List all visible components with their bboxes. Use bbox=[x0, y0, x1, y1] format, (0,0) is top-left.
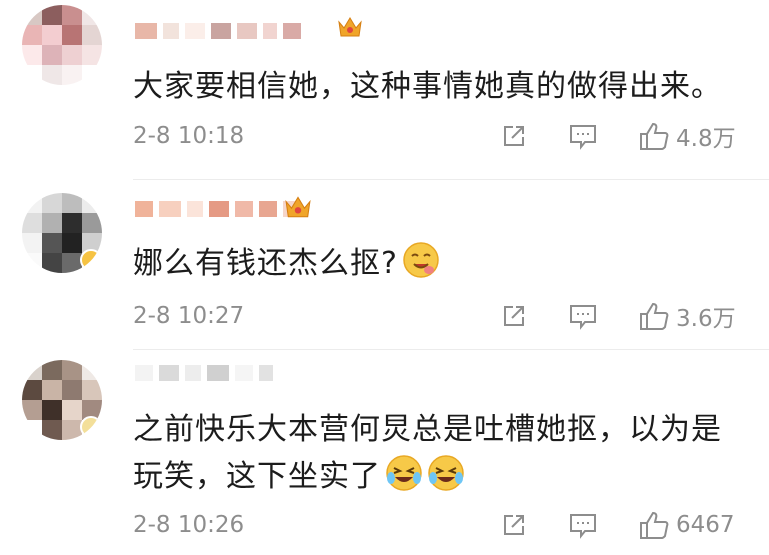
like-icon bbox=[640, 511, 669, 539]
comment-1: 大家要相信她，这种事情她真的做得出来。 2-8 10:18 4.8万 bbox=[0, 0, 769, 180]
avatar[interactable] bbox=[22, 193, 102, 273]
verified-badge-icon bbox=[80, 416, 102, 438]
like-count: 4.8万 bbox=[676, 126, 736, 152]
share-button[interactable] bbox=[500, 510, 528, 540]
comment-text: 之前快乐大本营何炅总是吐槽她抠，以为是 玩笑，这下坐实了 bbox=[133, 406, 722, 500]
comment-text-line: 玩笑，这下坐实了 bbox=[133, 453, 722, 500]
comment-text: 大家要相信她，这种事情她真的做得出来。 bbox=[133, 69, 722, 104]
share-button[interactable] bbox=[500, 121, 528, 151]
share-button[interactable] bbox=[500, 301, 528, 331]
member-crown-icon bbox=[337, 14, 363, 38]
drooling-face-emoji bbox=[403, 242, 439, 278]
like-button[interactable]: 3.6万 bbox=[638, 301, 736, 332]
like-count: 6467 bbox=[676, 512, 735, 538]
like-button[interactable]: 6467 bbox=[638, 510, 735, 540]
avatar[interactable] bbox=[22, 5, 102, 85]
comment-button[interactable] bbox=[568, 121, 598, 151]
comment-button[interactable] bbox=[568, 510, 598, 540]
comment-time: 2-8 10:26 bbox=[133, 512, 245, 538]
comment-meta: 2-8 10:26 6467 bbox=[0, 510, 769, 540]
verified-badge-icon bbox=[80, 249, 102, 271]
comment-meta: 2-8 10:27 3.6万 bbox=[0, 301, 769, 332]
username-blurred[interactable] bbox=[135, 364, 273, 382]
username-blurred[interactable] bbox=[135, 200, 299, 218]
comment-text: 娜么有钱还杰么抠? bbox=[133, 240, 440, 287]
like-count: 3.6万 bbox=[676, 306, 736, 332]
username-blurred[interactable] bbox=[135, 22, 301, 40]
laughing-crying-emoji bbox=[428, 455, 464, 491]
comment-icon bbox=[570, 514, 596, 539]
comment-2: 娜么有钱还杰么抠? 2-8 10:27 3.6万 bbox=[0, 180, 769, 350]
avatar[interactable] bbox=[22, 360, 102, 440]
comment-meta: 2-8 10:18 4.8万 bbox=[0, 121, 769, 152]
member-crown-icon bbox=[284, 193, 311, 218]
comment-time: 2-8 10:18 bbox=[133, 123, 245, 149]
comment-text-line: 娜么有钱还杰么抠? bbox=[133, 246, 398, 281]
laughing-crying-emoji bbox=[386, 455, 422, 491]
like-icon bbox=[640, 302, 669, 330]
comment-icon bbox=[570, 305, 596, 330]
like-button[interactable]: 4.8万 bbox=[638, 121, 736, 152]
share-icon bbox=[504, 515, 524, 535]
share-icon bbox=[504, 306, 524, 326]
comment-button[interactable] bbox=[568, 301, 598, 331]
share-icon bbox=[504, 126, 524, 146]
like-icon bbox=[640, 122, 669, 150]
comment-icon bbox=[570, 125, 596, 150]
comment-text-line: 之前快乐大本营何炅总是吐槽她抠，以为是 bbox=[133, 412, 722, 447]
comment-time: 2-8 10:27 bbox=[133, 303, 245, 329]
comment-3: 之前快乐大本营何炅总是吐槽她抠，以为是 玩笑，这下坐实了 2-8 10:26 6… bbox=[0, 350, 769, 555]
